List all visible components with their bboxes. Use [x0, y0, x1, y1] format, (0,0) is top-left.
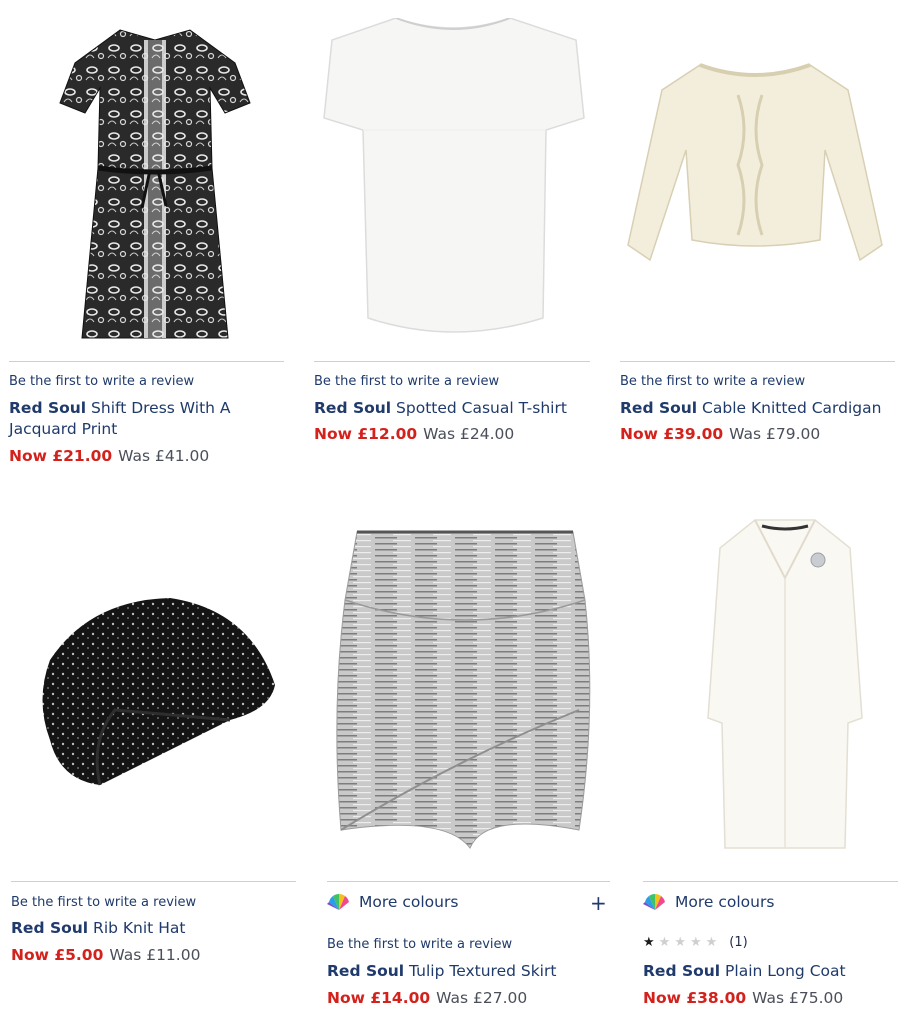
- brand-name: Red Soul: [620, 399, 698, 417]
- write-review-link[interactable]: Be the first to write a review: [620, 374, 805, 389]
- product-name-link[interactable]: Red Soul Spotted Casual T-shirt: [314, 398, 594, 419]
- divider: [643, 881, 898, 882]
- price-was: Was £11.00: [109, 946, 201, 964]
- write-review-link[interactable]: Be the first to write a review: [9, 374, 194, 389]
- star-rating[interactable]: ★ ★ ★ ★ ★ (1): [643, 935, 748, 950]
- product-title: Spotted Casual T-shirt: [396, 399, 567, 417]
- more-colours-label: More colours: [675, 893, 775, 911]
- price-now: Now £12.00: [314, 425, 418, 443]
- product-image-skirt[interactable]: [335, 530, 595, 850]
- price-now: Now £38.00: [643, 989, 747, 1007]
- write-review-link[interactable]: Be the first to write a review: [314, 374, 499, 389]
- divider: [327, 881, 610, 882]
- brand-name: Red Soul: [11, 919, 89, 937]
- product-name-link[interactable]: Red Soul Cable Knitted Cardigan: [620, 398, 895, 419]
- price-was: Was £41.00: [118, 447, 210, 465]
- price-now: Now £14.00: [327, 989, 431, 1007]
- product-title: Shift Dress With A: [91, 399, 231, 417]
- star-icon-empty: ★: [674, 935, 686, 950]
- product-title: Cable Knitted Cardigan: [702, 399, 882, 417]
- brand-name: Red Soul: [9, 399, 87, 417]
- star-icon-empty: ★: [705, 935, 718, 950]
- product-title: Tulip Textured Skirt: [409, 962, 557, 980]
- price-now: Now £21.00: [9, 447, 113, 465]
- write-review-link[interactable]: Be the first to write a review: [11, 895, 196, 910]
- expand-plus-icon[interactable]: +: [590, 893, 607, 913]
- product-name-link[interactable]: Red Soul Tulip Textured Skirt: [327, 961, 607, 982]
- product-title: Plain Long Coat: [725, 962, 846, 980]
- price: Now £14.00 Was £27.00: [327, 989, 527, 1007]
- divider: [11, 881, 296, 882]
- more-colours-link[interactable]: More colours: [327, 893, 458, 911]
- brand-name: Red Soul: [327, 962, 405, 980]
- colour-wheel-icon: [643, 894, 665, 910]
- divider: [314, 361, 590, 362]
- colour-wheel-icon: [327, 894, 349, 910]
- product-name-link[interactable]: Red Soul Shift Dress With A Jacquard Pri…: [9, 398, 279, 440]
- product-image-cardigan[interactable]: [620, 60, 890, 280]
- price: Now £38.00 Was £75.00: [643, 989, 843, 1007]
- price-now: Now £39.00: [620, 425, 724, 443]
- price: Now £39.00 Was £79.00: [620, 425, 820, 443]
- product-name-link[interactable]: Red Soul Rib Knit Hat: [11, 918, 291, 939]
- product-name-link[interactable]: Red Soul Plain Long Coat: [643, 961, 893, 982]
- divider: [620, 361, 895, 362]
- brand-name: Red Soul: [643, 962, 721, 980]
- star-icon-empty: ★: [658, 935, 671, 950]
- product-image-hat[interactable]: [30, 590, 280, 790]
- product-image-coat[interactable]: [700, 518, 870, 860]
- brand-name: Red Soul: [314, 399, 392, 417]
- rating-count: (1): [729, 935, 748, 950]
- price-now: Now £5.00: [11, 946, 104, 964]
- star-icon-filled: ★: [643, 935, 655, 950]
- price-was: Was £75.00: [752, 989, 844, 1007]
- product-title: Rib Knit Hat: [93, 919, 186, 937]
- price-was: Was £24.00: [423, 425, 515, 443]
- star-icon-empty: ★: [689, 935, 702, 950]
- more-colours-label: More colours: [359, 893, 459, 911]
- price-was: Was £79.00: [729, 425, 821, 443]
- price: Now £12.00 Was £24.00: [314, 425, 514, 443]
- product-image-tshirt[interactable]: [318, 18, 588, 343]
- write-review-link[interactable]: Be the first to write a review: [327, 937, 512, 952]
- more-colours-link[interactable]: More colours: [643, 893, 774, 911]
- divider: [9, 361, 284, 362]
- product-title-line2: Jacquard Print: [9, 420, 118, 438]
- price: Now £21.00 Was £41.00: [9, 447, 209, 465]
- price-was: Was £27.00: [436, 989, 528, 1007]
- price: Now £5.00 Was £11.00: [11, 946, 200, 964]
- product-image-dress[interactable]: [40, 18, 270, 348]
